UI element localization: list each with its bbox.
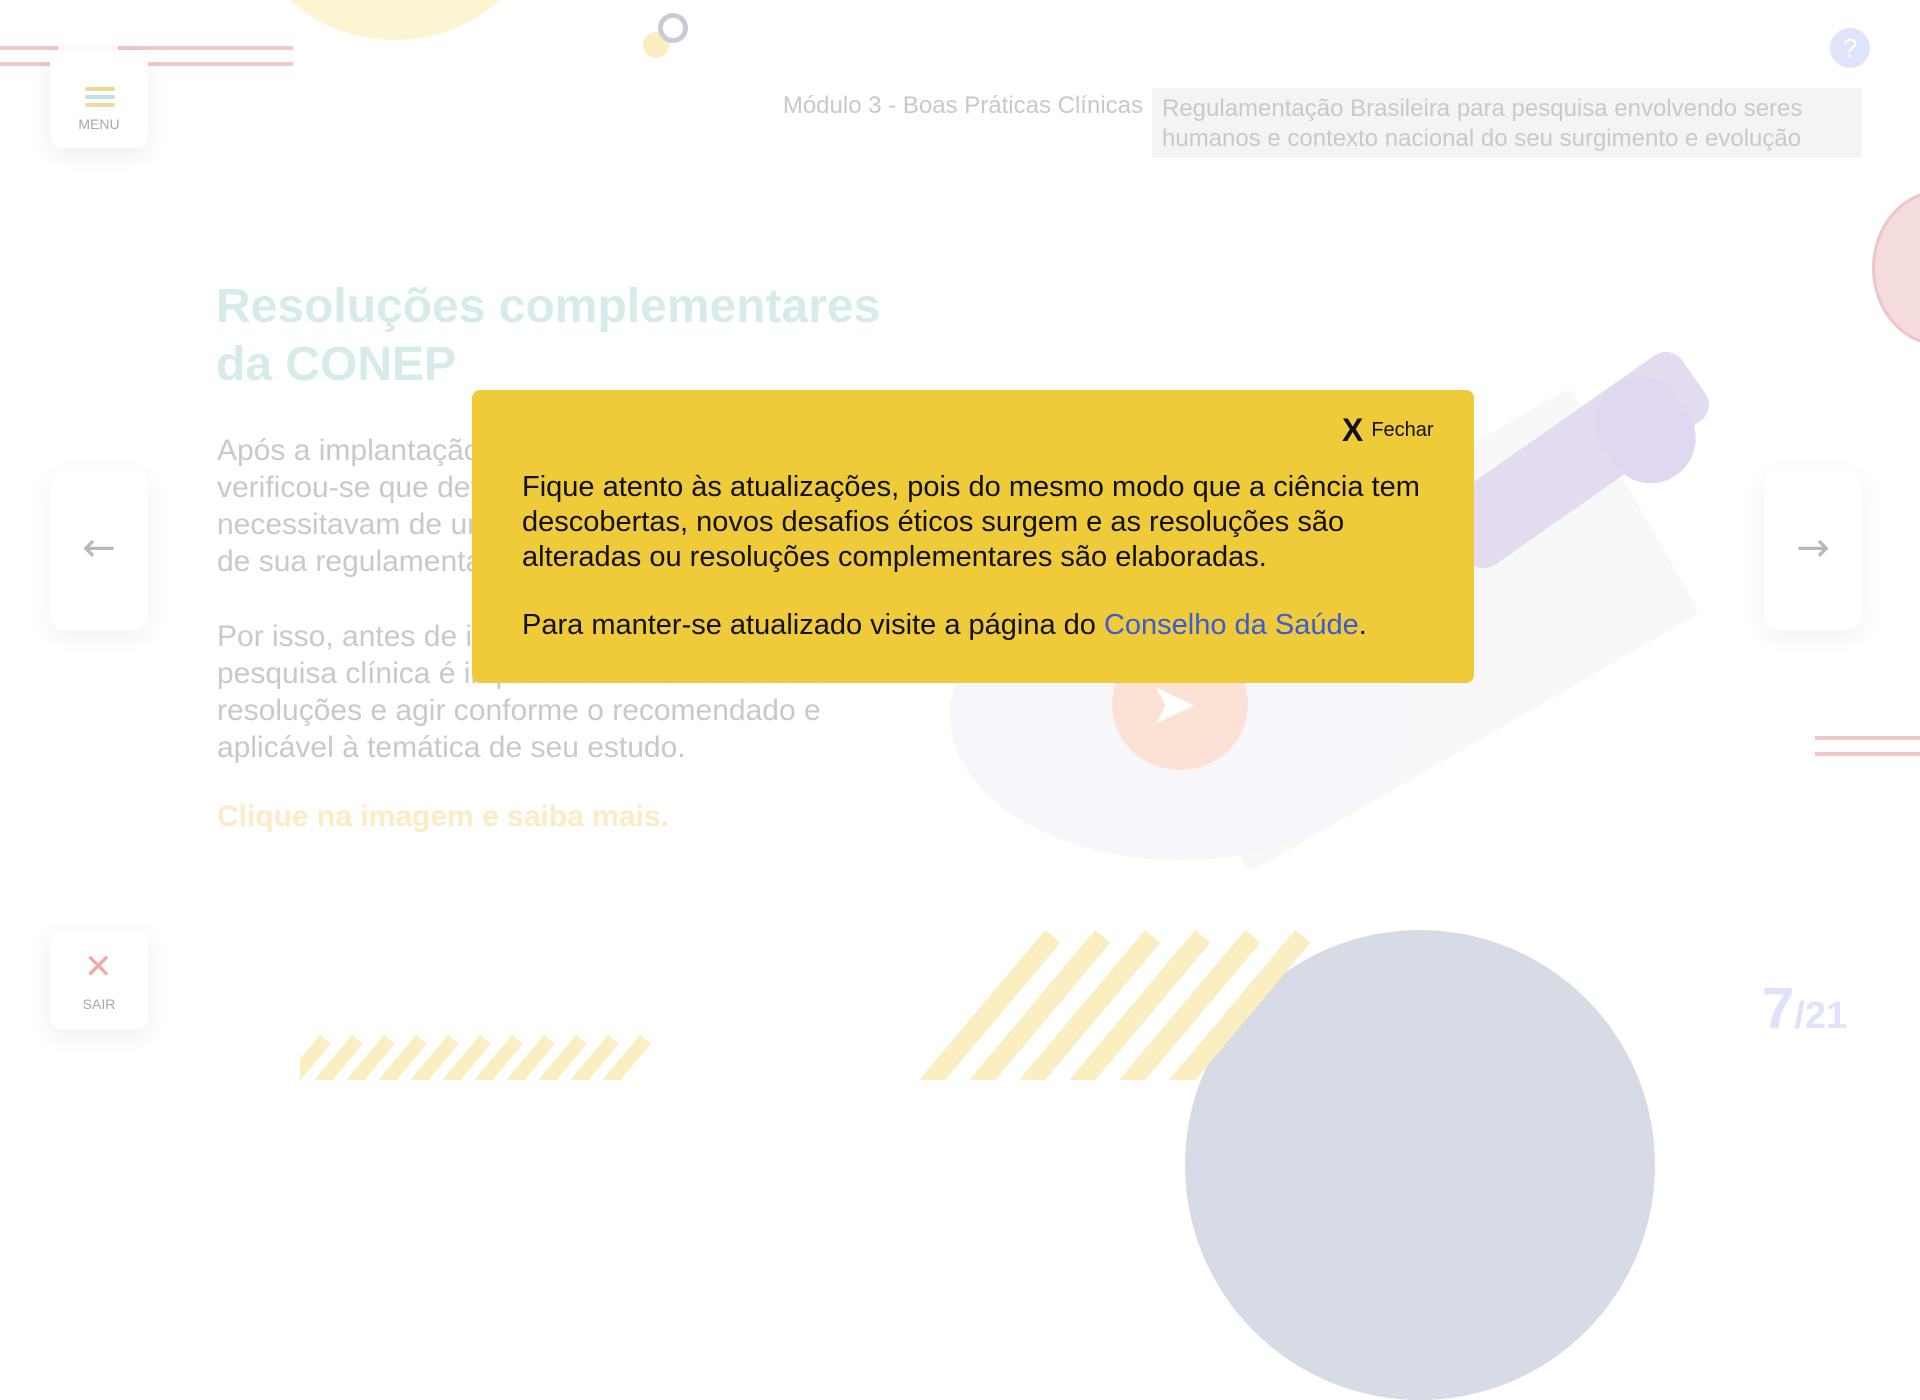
decorative-stripe: [0, 62, 50, 66]
total-pages: /21: [1794, 995, 1848, 1037]
close-icon: X: [1342, 412, 1364, 448]
decorative-stripe: [1815, 736, 1920, 740]
page-title: Resoluções complementares da CONEP: [216, 280, 881, 391]
info-modal: X Fechar Fique atento às atualizações, p…: [472, 390, 1474, 683]
topic-title: Regulamentação Brasileira para pesquisa …: [1152, 88, 1862, 158]
decorative-stripe: [0, 46, 58, 50]
decorative-stripe: [118, 46, 293, 50]
close-icon: ✕: [84, 947, 113, 987]
next-page-button[interactable]: →: [1764, 470, 1862, 630]
decorative-yellow-circle: [245, 0, 545, 40]
decorative-ring: [658, 13, 688, 43]
decorative-stripes-left: [300, 1035, 660, 1080]
modal-text-prefix: Para manter-se atualizado visite a págin…: [522, 609, 1104, 641]
module-title: Módulo 3 - Boas Práticas Clínicas: [782, 92, 1143, 119]
modal-paragraph: Fique atento às atualizações, pois do me…: [522, 471, 1420, 573]
decorative-right-circle: [1872, 190, 1920, 346]
close-modal-button[interactable]: X Fechar: [1342, 412, 1434, 448]
exit-label: SAIR: [82, 996, 116, 1012]
arrow-right-icon: →: [1796, 525, 1830, 571]
modal-text-suffix: .: [1358, 609, 1367, 641]
exit-button[interactable]: ✕ SAIR: [50, 930, 148, 1030]
current-page: 7: [1762, 976, 1795, 1041]
call-to-action-text: Clique na imagem e saiba mais.: [217, 800, 669, 833]
previous-page-button[interactable]: ←: [50, 470, 148, 630]
decorative-stripe: [1815, 752, 1920, 756]
conselho-saude-link[interactable]: Conselho da Saúde: [1104, 609, 1359, 641]
menu-icon: [85, 87, 115, 107]
modal-paragraph-link: Para manter-se atualizado visite a págin…: [522, 608, 1442, 643]
menu-button[interactable]: MENU: [50, 50, 148, 148]
help-button[interactable]: ?: [1830, 28, 1870, 68]
page-counter: 7/21: [1762, 975, 1847, 1042]
menu-label: MENU: [78, 116, 120, 132]
decorative-stripes-bottom: [905, 930, 1325, 1080]
close-label: Fechar: [1371, 418, 1434, 441]
arrow-left-icon: ←: [82, 525, 116, 571]
